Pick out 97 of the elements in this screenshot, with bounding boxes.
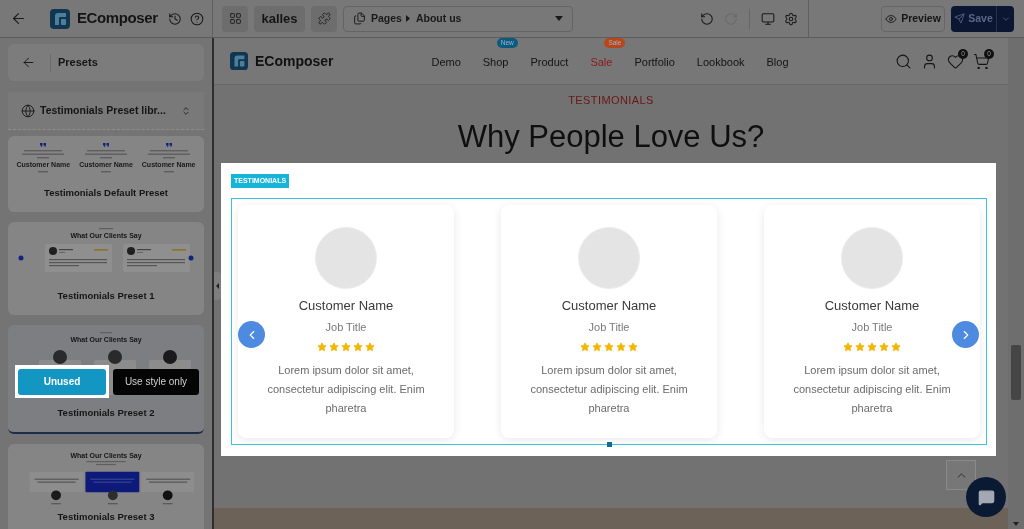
preset-name: Testimonials Preset 1: [56, 289, 156, 302]
nav-link[interactable]: Lookbook: [696, 56, 745, 68]
puzzle-icon: [317, 12, 331, 25]
scroll-down-arrow-icon[interactable]: [1013, 522, 1019, 526]
settings-button[interactable]: [784, 11, 798, 26]
subtitle-line-drawing: [100, 332, 112, 334]
eye-icon: [885, 12, 898, 25]
caret-left-icon: [216, 283, 219, 289]
collapse-handle[interactable]: [214, 272, 221, 300]
quote-icon: [40, 143, 47, 147]
caret-right-icon: [405, 15, 410, 22]
site-logo-text: EComposer: [255, 51, 334, 71]
undo-button[interactable]: [700, 11, 714, 26]
quote-icon: [103, 143, 109, 147]
page-select[interactable]: Pages About us: [343, 5, 573, 32]
extensions-button[interactable]: [311, 5, 337, 32]
heart-icon: [947, 52, 964, 70]
preset-name: Testimonials Preset 3: [56, 510, 156, 523]
user-icon: [921, 52, 938, 70]
use-style-button[interactable]: Use style only: [113, 368, 199, 395]
job-title: Job Title: [851, 320, 893, 334]
search-button[interactable]: [895, 52, 912, 70]
job-line-drawing: [101, 171, 111, 173]
scroll-top-button[interactable]: [946, 460, 976, 490]
history-button[interactable]: [167, 11, 182, 26]
settings-icon: [784, 11, 798, 26]
device-button[interactable]: [761, 11, 775, 26]
help-icon: [189, 11, 204, 26]
save-button[interactable]: Save: [951, 5, 996, 32]
star-icon: [855, 342, 865, 352]
star-icon: [867, 342, 877, 352]
page-name: About us: [415, 10, 462, 26]
job-line-drawing: [38, 171, 49, 173]
app-name: EComposer: [77, 8, 158, 29]
nav-link[interactable]: Portfolio: [634, 56, 675, 68]
cart-icon: [973, 52, 990, 70]
text-lines-drawing: [22, 150, 65, 159]
star-icon: [616, 342, 626, 352]
save-options-button[interactable]: [996, 5, 1014, 32]
scrollbar-thumb[interactable]: [1011, 345, 1021, 400]
customer-name: Customer Name: [298, 298, 394, 314]
dropdown-caret-icon: [555, 16, 563, 21]
star-icon: [329, 342, 339, 352]
quote-icon: [165, 143, 172, 147]
chat-icon: [977, 488, 995, 506]
text-lines-drawing: [85, 150, 127, 159]
star-icon: [353, 342, 363, 352]
section-eyebrow: TESTIMONIALS: [567, 94, 655, 107]
unused-button[interactable]: Unused: [18, 368, 106, 395]
send-icon: [954, 13, 966, 24]
help-button[interactable]: [189, 11, 204, 26]
star-icon: [341, 342, 351, 352]
undo-icon: [700, 11, 714, 26]
search-icon: [895, 52, 912, 70]
star-icon: [604, 342, 614, 352]
nav-link[interactable]: Shop: [482, 56, 509, 68]
account-button[interactable]: [921, 52, 938, 70]
arrow-left-icon: [21, 55, 36, 70]
star-icon: [592, 342, 602, 352]
nav-link[interactable]: Blog: [766, 56, 789, 68]
job-line-drawing: [163, 171, 174, 173]
star-icon: [317, 342, 327, 352]
nav-link[interactable]: Demo: [431, 56, 461, 68]
history-icon: [167, 11, 182, 26]
section-heading: Why People Love Us?: [456, 118, 766, 156]
star-icon: [628, 342, 638, 352]
logo-icon: [50, 8, 70, 29]
job-title: Job Title: [325, 320, 367, 334]
nav-link[interactable]: Product: [530, 56, 569, 68]
up-down-chevron-icon: [181, 105, 191, 116]
globe-icon: [21, 103, 35, 118]
library-select[interactable]: Testimonials Preset libr...: [8, 92, 204, 130]
testimonial-text: Lorem ipsum dolor sit amet, consectetur adipiscing elit. Enim pharetra: [266, 363, 426, 416]
theme-button[interactable]: kalles: [254, 5, 305, 32]
job-title: Job Title: [588, 320, 630, 334]
star-icon: [879, 342, 889, 352]
desktop-icon: [761, 11, 775, 26]
grid-icon: [228, 12, 242, 25]
testimonial-text: Lorem ipsum dolor sit amet, consectetur adipiscing elit. Enim pharetra: [792, 363, 952, 416]
star-icon: [580, 342, 590, 352]
star-icon: [843, 342, 853, 352]
panel-title: Presets: [58, 55, 98, 71]
text-lines-drawing: [147, 150, 190, 159]
site-logo-icon: [230, 52, 248, 70]
pages-icon: [353, 12, 366, 25]
grid-button[interactable]: [222, 5, 248, 32]
star-icon: [365, 342, 375, 352]
testimonial-text: Lorem ipsum dolor sit amet, consectetur adipiscing elit. Enim pharetra: [529, 363, 689, 416]
star-icon: [891, 342, 901, 352]
subtitle-line-drawing: [99, 228, 113, 230]
back-button[interactable]: [21, 55, 36, 70]
preview-button[interactable]: Preview: [881, 5, 945, 32]
pages-label: Pages: [371, 10, 402, 26]
preset-name: Testimonials Default Preset: [43, 186, 169, 199]
customer-name: Customer Name: [824, 298, 920, 314]
customer-name: Customer Name: [561, 298, 657, 314]
preset-name: Testimonials Preset 2: [56, 406, 156, 419]
